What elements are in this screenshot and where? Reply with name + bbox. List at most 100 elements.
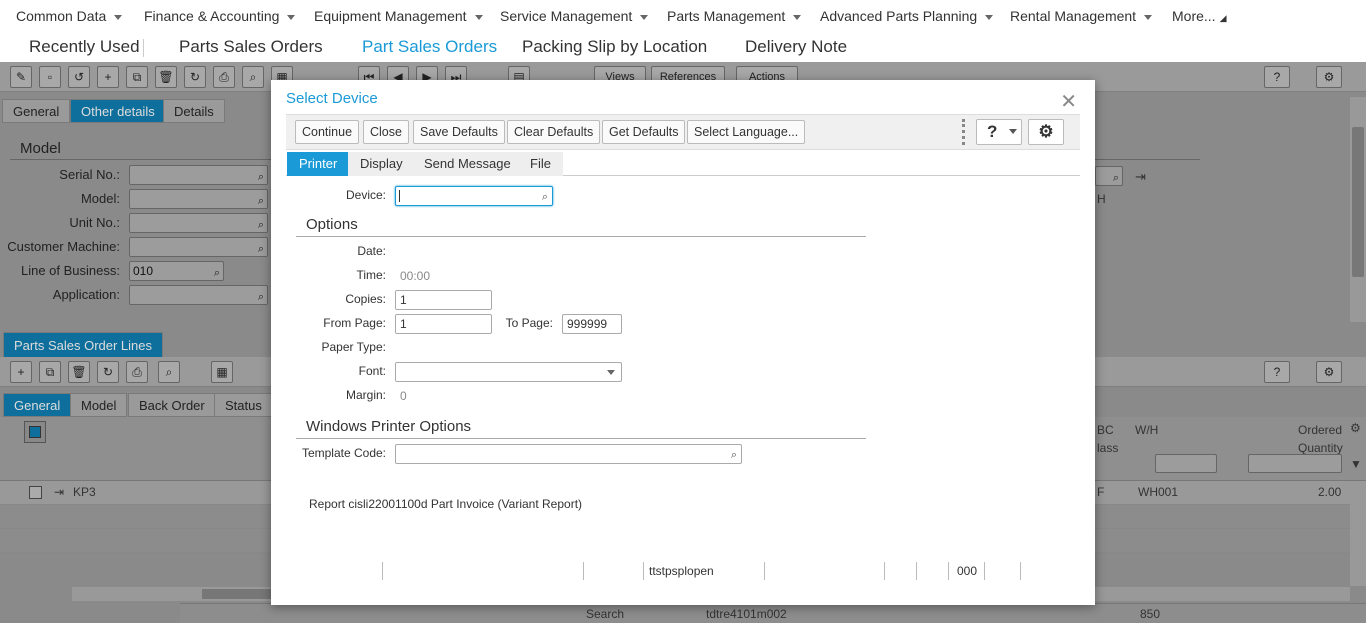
filter-lines-icon[interactable]: ▦ xyxy=(211,361,233,383)
menu-finance[interactable]: Finance & Accounting xyxy=(144,8,296,24)
tab-file[interactable]: File xyxy=(518,152,563,176)
gear-icon[interactable]: ⚙ xyxy=(1028,119,1064,145)
form-scrollbar[interactable] xyxy=(1350,97,1366,322)
new-icon[interactable]: + xyxy=(97,66,119,88)
close-button[interactable]: Close xyxy=(363,120,409,144)
search-lines-icon[interactable]: ⌕ xyxy=(158,361,180,383)
subtab-general[interactable]: General xyxy=(2,99,71,123)
margin-value: 0 xyxy=(400,389,407,403)
menu-equipment[interactable]: Equipment Management xyxy=(314,8,483,24)
close-icon[interactable]: ✕ xyxy=(1060,89,1077,114)
chevron-down-icon xyxy=(640,14,649,20)
chevron-down-icon xyxy=(985,14,994,20)
tab-packing-slip[interactable]: Packing Slip by Location xyxy=(522,37,707,57)
section-divider xyxy=(296,438,866,439)
refresh-lines-icon[interactable]: ↻ xyxy=(97,361,119,383)
delete-line-icon[interactable]: 🗑 xyxy=(68,361,90,383)
save-icon[interactable]: ▫ xyxy=(39,66,61,88)
filter-icon[interactable]: ▼ xyxy=(1350,457,1362,471)
menu-more[interactable]: More... ◢ xyxy=(1172,8,1227,24)
line-of-business-field[interactable]: 010 ⌕ xyxy=(129,261,224,281)
menu-common-data[interactable]: Common Data xyxy=(16,8,123,24)
menu-service[interactable]: Service Management xyxy=(500,8,649,24)
font-select[interactable] xyxy=(395,362,622,382)
qty-filter-input[interactable] xyxy=(1248,454,1342,473)
search-icon[interactable]: ⌕ xyxy=(242,66,264,88)
unit-no-field[interactable]: ⌕ xyxy=(129,213,268,233)
windows-printer-section-title: Windows Printer Options xyxy=(306,418,472,435)
to-page-label: To Page: xyxy=(505,316,553,330)
help-icon[interactable]: ? xyxy=(1264,361,1290,383)
tab-part-sales-orders[interactable]: Part Sales Orders xyxy=(353,37,506,65)
new-line-icon[interactable]: + xyxy=(10,361,32,383)
status-separator xyxy=(1020,562,1021,580)
lookup-icon[interactable]: ⌕ xyxy=(542,188,548,206)
line-tab-model[interactable]: Model xyxy=(70,393,128,417)
menu-advanced-parts[interactable]: Advanced Parts Planning xyxy=(820,8,994,24)
continue-button[interactable]: Continue xyxy=(295,120,360,144)
tab-parts-sales-orders[interactable]: Parts Sales Orders xyxy=(179,37,323,57)
model-field[interactable]: ⌕ xyxy=(129,189,268,209)
paper-type-label: Paper Type: xyxy=(321,340,387,354)
tab-delivery-note[interactable]: Delivery Note xyxy=(745,37,847,57)
print-icon[interactable]: ⎙ xyxy=(213,66,235,88)
scrollbar-thumb[interactable] xyxy=(202,589,282,599)
refresh-icon[interactable]: ↻ xyxy=(184,66,206,88)
copies-input[interactable]: 1 xyxy=(395,290,492,310)
help-icon[interactable]: ? xyxy=(1264,66,1290,88)
get-defaults-button[interactable]: Get Defaults xyxy=(602,120,686,144)
select-language-button[interactable]: Select Language... xyxy=(687,120,806,144)
line-tab-general[interactable]: General xyxy=(3,393,72,417)
lines-title-tab[interactable]: Parts Sales Order Lines xyxy=(3,332,164,358)
tab-printer[interactable]: Printer xyxy=(287,152,350,176)
line-tab-back-order[interactable]: Back Order xyxy=(128,393,216,417)
save-exit-icon[interactable]: ✎ xyxy=(10,66,32,88)
status-separator xyxy=(916,562,917,580)
scrollbar-thumb[interactable] xyxy=(1352,127,1364,277)
application-field[interactable]: ⌕ xyxy=(129,285,268,305)
chevron-down-icon xyxy=(114,14,123,20)
device-input[interactable]: ⌕ xyxy=(395,186,553,206)
tab-send-message[interactable]: Send Message xyxy=(412,152,523,176)
line-of-business-label: Line of Business: xyxy=(20,263,120,278)
select-all-checkbox[interactable] xyxy=(24,421,46,443)
menu-parts[interactable]: Parts Management xyxy=(667,8,802,24)
subtab-other-details[interactable]: Other details xyxy=(70,99,166,123)
zoom-icon[interactable]: ⇥ xyxy=(54,485,64,499)
row-checkbox[interactable] xyxy=(29,486,42,499)
duplicate-line-icon[interactable]: ⧉ xyxy=(39,361,61,383)
tab-display[interactable]: Display xyxy=(348,152,415,176)
tab-recently-used[interactable]: Recently Used xyxy=(29,37,140,57)
line-tab-status[interactable]: Status xyxy=(214,393,273,417)
gear-icon[interactable]: ⚙ xyxy=(1350,421,1361,435)
serial-no-field[interactable]: ⌕ xyxy=(129,165,268,185)
undo-icon[interactable]: ↺ xyxy=(68,66,90,88)
template-code-input[interactable]: ⌕ xyxy=(395,444,742,464)
gear-icon[interactable]: ⚙ xyxy=(1316,361,1342,383)
right-lookup-field[interactable]: ⌕ xyxy=(1095,166,1123,186)
zoom-icon[interactable]: ⇥ xyxy=(1135,169,1146,185)
template-code-label: Template Code: xyxy=(301,446,386,460)
duplicate-icon[interactable]: ⧉ xyxy=(126,66,148,88)
model-label: Model: xyxy=(80,191,120,206)
to-page-input[interactable]: 999999 xyxy=(562,314,622,334)
wh-filter-input[interactable] xyxy=(1155,454,1217,473)
help-icon[interactable]: ? xyxy=(976,119,1022,145)
font-label: Font: xyxy=(358,364,386,378)
delete-icon[interactable]: 🗑 xyxy=(155,66,177,88)
lookup-icon: ⌕ xyxy=(1112,172,1119,184)
print-lines-icon[interactable]: ⎙ xyxy=(126,361,148,383)
col-bc: BC xyxy=(1097,423,1114,437)
lookup-icon[interactable]: ⌕ xyxy=(731,446,737,464)
grid-scrollbar[interactable] xyxy=(1350,481,1366,586)
customer-machine-field[interactable]: ⌕ xyxy=(129,237,268,257)
save-defaults-button[interactable]: Save Defaults xyxy=(413,120,505,144)
menu-rental[interactable]: Rental Management xyxy=(1010,8,1153,24)
gear-icon[interactable]: ⚙ xyxy=(1316,66,1342,88)
subtab-details[interactable]: Details xyxy=(163,99,225,123)
clear-defaults-button[interactable]: Clear Defaults xyxy=(507,120,601,144)
application-label: Application: xyxy=(52,287,120,302)
chevron-down-icon xyxy=(474,14,483,20)
status-program: ttstpsplopen xyxy=(649,564,714,578)
dialog-toolbar: Continue Close Save Defaults Clear Defau… xyxy=(286,114,1080,150)
